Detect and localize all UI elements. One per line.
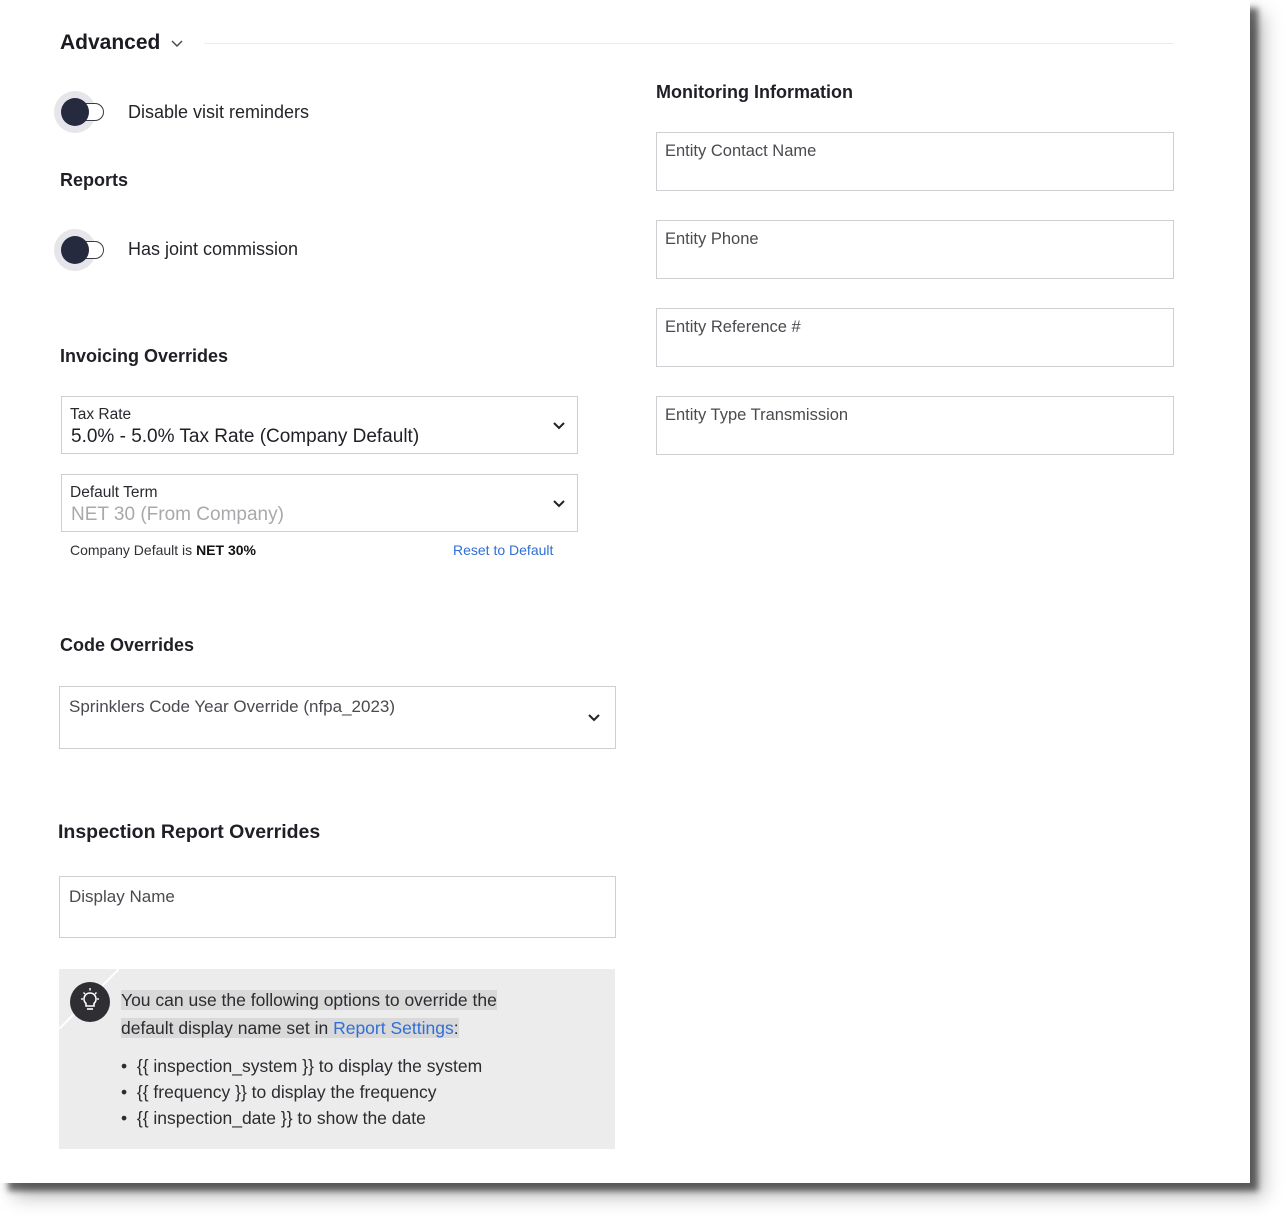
help-line-2: default display name set in Report Setti…	[121, 1018, 459, 1039]
help-line-2-prefix: default display name set in	[121, 1018, 334, 1038]
default-term-placeholder: NET 30 (From Company)	[71, 504, 284, 525]
toggle-knob	[61, 98, 89, 126]
help-line-1: You can use the following options to ove…	[121, 990, 497, 1011]
toggle-knob	[61, 236, 89, 264]
entity-reference-field[interactable]: Entity Reference #	[656, 308, 1174, 367]
help-bullet-text: {{ inspection_date }} to show the date	[136, 1108, 426, 1128]
reports-title: Reports	[60, 170, 129, 190]
display-name-label: Display Name	[69, 887, 175, 906]
help-bullet-item: • {{ frequency }} to display the frequen…	[121, 1082, 437, 1102]
sprinklers-code-year-select[interactable]: Sprinklers Code Year Override (nfpa_2023…	[59, 686, 616, 749]
display-name-field[interactable]: Display Name	[59, 876, 616, 938]
chevron-down-icon	[588, 714, 600, 722]
entity-type-transmission-field[interactable]: Entity Type Transmission	[656, 396, 1174, 455]
sprinklers-code-year-placeholder: Sprinklers Code Year Override (nfpa_2023…	[69, 697, 396, 716]
entity-contact-name-field[interactable]: Entity Contact Name	[656, 132, 1174, 191]
advanced-section-title[interactable]: Advanced	[60, 31, 160, 55]
reset-to-default-link[interactable]: Reset to Default	[453, 542, 553, 558]
tax-rate-value: 5.0% - 5.0% Tax Rate (Company Default)	[71, 426, 420, 447]
default-term-select[interactable]: Default Term NET 30 (From Company)	[61, 474, 578, 532]
help-bullet-text: {{ inspection_system }} to display the s…	[136, 1056, 483, 1076]
section-divider	[204, 43, 1174, 44]
chevron-down-icon	[553, 500, 565, 508]
lightbulb-glyph	[81, 988, 99, 1010]
help-bullet-item: • {{ inspection_system }} to display the…	[121, 1056, 483, 1076]
help-line-1-text: You can use the following options to ove…	[121, 990, 497, 1010]
advanced-settings-card: Advanced Disable visit reminders Reports…	[0, 0, 1250, 1183]
chevron-down-icon[interactable]	[170, 36, 184, 50]
report-settings-link[interactable]: Report Settings	[333, 1018, 454, 1038]
company-default-value: NET 30%	[196, 542, 256, 558]
has-joint-commission-toggle[interactable]	[54, 229, 110, 271]
entity-contact-name-label: Entity Contact Name	[665, 142, 817, 160]
entity-type-transmission-label: Entity Type Transmission	[665, 406, 849, 424]
disable-visit-reminders-toggle[interactable]	[54, 91, 110, 133]
invoicing-overrides-title: Invoicing Overrides	[60, 346, 229, 366]
company-default-hint: Company Default is NET 30%	[70, 542, 256, 558]
entity-reference-label: Entity Reference #	[665, 318, 801, 336]
default-term-label: Default Term	[70, 484, 158, 501]
tax-rate-select[interactable]: Tax Rate 5.0% - 5.0% Tax Rate (Company D…	[61, 396, 578, 454]
help-line-2-suffix: :	[453, 1018, 459, 1038]
entity-phone-label: Entity Phone	[665, 230, 759, 248]
inspection-report-overrides-title: Inspection Report Overrides	[58, 821, 321, 843]
chevron-down-icon	[553, 422, 565, 430]
help-bullet-text: {{ frequency }} to display the frequency	[136, 1082, 437, 1102]
has-joint-commission-label: Has joint commission	[128, 239, 299, 259]
company-default-prefix: Company Default is	[70, 542, 197, 558]
disable-visit-reminders-label: Disable visit reminders	[128, 102, 310, 122]
entity-phone-field[interactable]: Entity Phone	[656, 220, 1174, 279]
help-bullet-item: • {{ inspection_date }} to show the date	[121, 1108, 426, 1128]
lightbulb-icon	[70, 982, 110, 1022]
code-overrides-title: Code Overrides	[60, 635, 195, 655]
monitoring-information-title: Monitoring Information	[656, 82, 853, 102]
tax-rate-label: Tax Rate	[70, 406, 132, 423]
